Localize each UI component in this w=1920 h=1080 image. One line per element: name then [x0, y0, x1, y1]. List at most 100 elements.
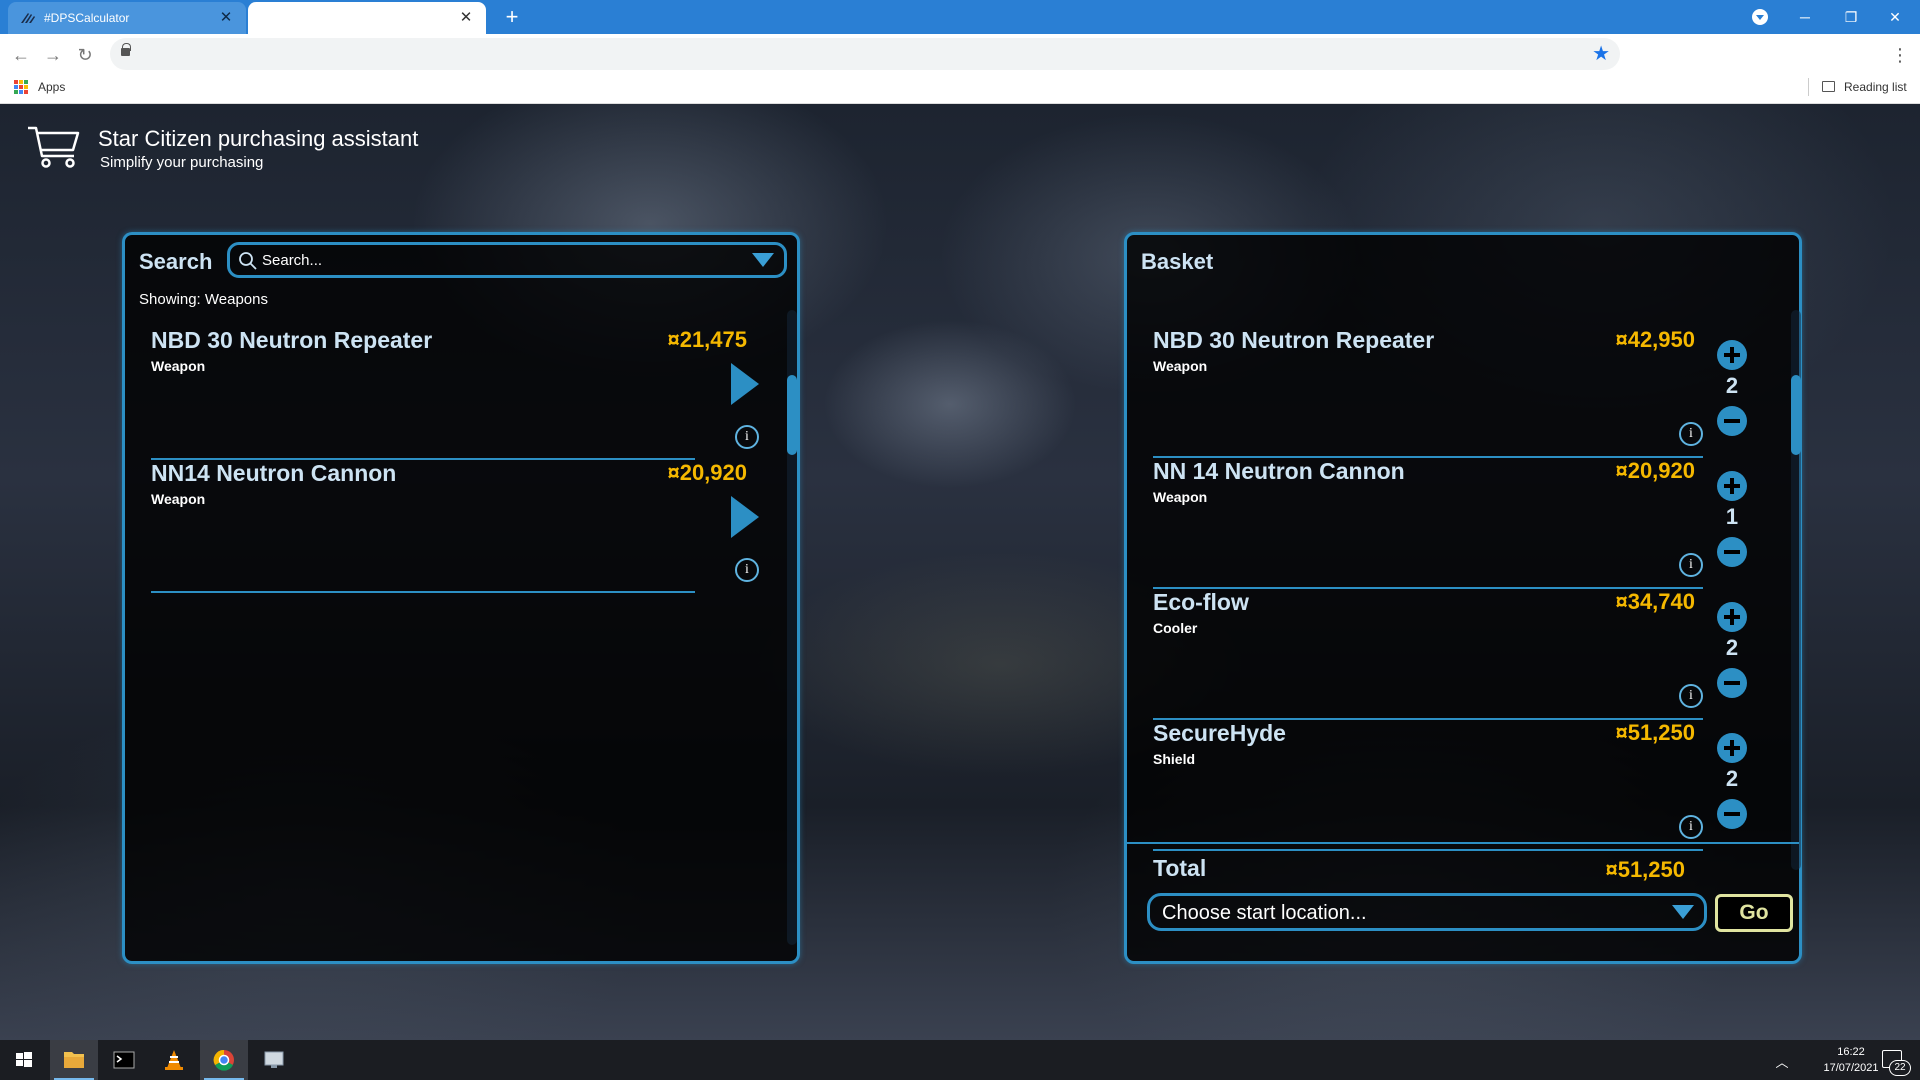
- search-box[interactable]: [227, 242, 787, 278]
- info-icon[interactable]: i: [1679, 422, 1703, 446]
- terminal-button[interactable]: [100, 1040, 148, 1080]
- basket-item: SecureHyde Shield ¤51,250 i: [1153, 720, 1703, 851]
- start-location-placeholder: Choose start location...: [1162, 902, 1367, 924]
- basket-scrollbar[interactable]: [1791, 310, 1801, 870]
- tab-current[interactable]: ✕: [248, 2, 486, 34]
- bookmarks-divider: [1808, 78, 1809, 96]
- close-tab-icon[interactable]: ✕: [218, 10, 234, 26]
- windows-logo-icon: [16, 1052, 32, 1067]
- back-icon[interactable]: ←: [8, 42, 34, 68]
- cart-icon: [28, 126, 80, 168]
- start-location-select[interactable]: Choose start location...: [1147, 893, 1707, 931]
- item-type: Weapon: [1153, 489, 1208, 505]
- chevron-down-icon[interactable]: [1672, 905, 1694, 919]
- search-scrollbar[interactable]: [787, 310, 797, 945]
- bookmarks-bar: Apps Reading list: [0, 72, 1920, 102]
- dps-favicon-icon: [21, 13, 35, 23]
- search-input[interactable]: [262, 250, 742, 270]
- minus-icon[interactable]: [1717, 799, 1747, 829]
- minus-icon[interactable]: [1717, 537, 1747, 567]
- windows-taskbar: ︿ 16:22 17/07/2021 22: [0, 1040, 1920, 1080]
- reading-list-button[interactable]: Reading list: [1844, 80, 1907, 94]
- chevron-down-icon[interactable]: [752, 253, 774, 267]
- reload-icon[interactable]: ↻: [72, 42, 98, 68]
- item-name: SecureHyde: [1153, 720, 1286, 746]
- address-bar[interactable]: ★: [110, 38, 1620, 70]
- star-icon[interactable]: ★: [1592, 41, 1610, 67]
- scroll-thumb[interactable]: [1791, 375, 1801, 455]
- browser-tabstrip: #DPSCalculator ✕ ✕ + ─ ❐ ✕: [0, 0, 1920, 34]
- item-price: ¤51,250: [1615, 720, 1695, 745]
- lock-icon[interactable]: [121, 43, 131, 56]
- item-price: ¤34,740: [1615, 589, 1695, 614]
- file-explorer-button[interactable]: [50, 1040, 98, 1080]
- tab-title: #DPSCalculator: [44, 11, 130, 25]
- app-button[interactable]: [250, 1040, 298, 1080]
- quantity-value: 2: [1725, 373, 1739, 398]
- plus-icon[interactable]: [1717, 340, 1747, 370]
- forward-icon[interactable]: →: [40, 42, 66, 68]
- go-button[interactable]: Go: [1715, 894, 1793, 932]
- monitor-app-icon: [264, 1051, 284, 1068]
- search-panel-title: Search: [139, 249, 213, 274]
- quantity-stepper: 1: [1717, 471, 1749, 581]
- scroll-thumb[interactable]: [787, 375, 797, 455]
- page-content: Star Citizen purchasing assistant Simpli…: [0, 104, 1920, 1040]
- item-price: ¤20,920: [667, 460, 747, 485]
- info-icon[interactable]: i: [1679, 815, 1703, 839]
- add-to-basket-play-icon[interactable]: [729, 363, 759, 405]
- item-type: Cooler: [1153, 620, 1198, 636]
- info-icon[interactable]: i: [735, 558, 759, 582]
- restore-icon[interactable]: ❐: [1834, 4, 1868, 30]
- item-type: Weapon: [151, 358, 206, 374]
- close-tab-icon[interactable]: ✕: [458, 10, 474, 26]
- item-name: NN 14 Neutron Cannon: [1153, 458, 1405, 484]
- chrome-button[interactable]: [200, 1040, 248, 1080]
- info-icon[interactable]: i: [1679, 684, 1703, 708]
- plus-icon[interactable]: [1717, 471, 1747, 501]
- chrome-icon: [213, 1049, 234, 1071]
- info-icon[interactable]: i: [735, 425, 759, 449]
- plus-icon[interactable]: [1717, 602, 1747, 632]
- item-name: NN14 Neutron Cannon: [151, 460, 397, 486]
- item-name: Eco-flow: [1153, 589, 1249, 615]
- search-result-item: NBD 30 Neutron Repeater Weapon ¤21,475 i: [151, 327, 759, 460]
- new-tab-button[interactable]: +: [500, 6, 524, 30]
- minus-icon[interactable]: [1717, 406, 1747, 436]
- add-to-basket-play-icon[interactable]: [729, 496, 759, 538]
- info-icon[interactable]: i: [1679, 553, 1703, 577]
- minimize-icon[interactable]: ─: [1788, 4, 1822, 30]
- search-icon: [239, 252, 257, 270]
- start-button[interactable]: [0, 1040, 48, 1080]
- app-title: Star Citizen purchasing assistant: [98, 126, 419, 151]
- apps-bookmark[interactable]: Apps: [38, 80, 65, 94]
- apps-grid-icon[interactable]: [14, 80, 28, 94]
- basket-item: Eco-flow Cooler ¤34,740 i: [1153, 589, 1703, 720]
- quantity-value: 2: [1725, 635, 1739, 660]
- item-type: Shield: [1153, 751, 1196, 767]
- search-panel: Search Showing: Weapons NBD 30 Neutron R…: [122, 232, 800, 964]
- basket-panel: Basket NBD 30 Neutron Repeater Weapon ¤4…: [1124, 232, 1802, 964]
- basket-item: NBD 30 Neutron Repeater Weapon ¤42,950 i: [1153, 327, 1703, 458]
- vlc-button[interactable]: [150, 1040, 198, 1080]
- tray-chevron-up-icon[interactable]: ︿: [1774, 1052, 1790, 1070]
- item-price: ¤20,920: [1615, 458, 1695, 483]
- item-type: Weapon: [1153, 358, 1208, 374]
- profile-icon[interactable]: [1752, 9, 1768, 25]
- quantity-value: 2: [1725, 766, 1739, 791]
- browser-menu-icon[interactable]: ⋮: [1890, 42, 1910, 68]
- plus-icon[interactable]: [1717, 733, 1747, 763]
- item-type: Weapon: [151, 491, 206, 507]
- search-result-item: NN14 Neutron Cannon Weapon ¤20,920 i: [151, 460, 759, 593]
- item-name: NBD 30 Neutron Repeater: [1153, 327, 1435, 353]
- quantity-stepper: 2: [1717, 340, 1749, 450]
- basket-divider: [1127, 842, 1799, 844]
- terminal-icon: [113, 1051, 135, 1069]
- basket-item: NN 14 Neutron Cannon Weapon ¤20,920 i: [1153, 458, 1703, 589]
- reading-list-icon[interactable]: [1822, 81, 1835, 92]
- quantity-stepper: 2: [1717, 733, 1749, 843]
- minus-icon[interactable]: [1717, 668, 1747, 698]
- tab-dpscalculator[interactable]: #DPSCalculator ✕: [8, 2, 246, 34]
- close-window-icon[interactable]: ✕: [1878, 4, 1912, 30]
- total-label: Total: [1153, 855, 1207, 881]
